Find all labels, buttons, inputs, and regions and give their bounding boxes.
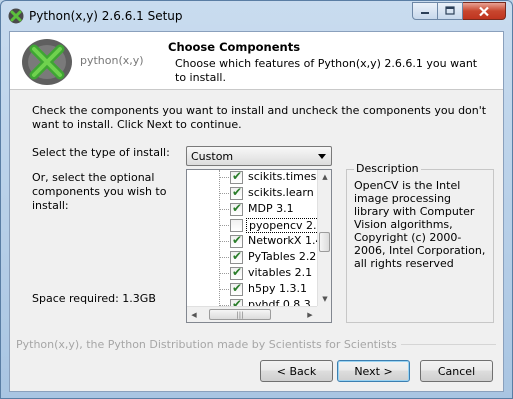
python-xy-app-icon — [8, 8, 24, 24]
component-item[interactable]: ✔ scikits.timeseries — [187, 170, 317, 185]
install-type-value: Custom — [191, 150, 234, 163]
component-item[interactable]: ✔ h5py 1.3.1 — [187, 281, 317, 297]
checkmark-icon: ✔ — [232, 265, 243, 279]
setup-window: Python(x,y) 2.6.6.1 Setup python(x,y) Ch… — [0, 0, 513, 399]
component-item[interactable]: ✔ PyTables 2.2. — [187, 249, 317, 265]
component-label: pyopencv 2.1 — [246, 218, 317, 233]
component-item[interactable]: ✔ vitables 2.1 — [187, 265, 317, 281]
component-checkbox[interactable]: ✔ — [230, 297, 243, 306]
minimize-icon — [421, 12, 429, 14]
install-type-select[interactable]: Custom — [186, 146, 332, 166]
component-checkbox[interactable]: ✔ — [230, 185, 243, 200]
vertical-scrollbar[interactable]: ▲ ▼ — [317, 170, 331, 306]
tree-connector — [220, 257, 229, 258]
component-checkbox[interactable]: ✔ — [230, 281, 243, 296]
scroll-right-icon[interactable]: ▶ — [303, 308, 317, 322]
instructions-text: Check the components you want to install… — [32, 104, 487, 131]
component-checkbox[interactable]: ✔ — [230, 249, 243, 264]
scroll-left-icon[interactable]: ◀ — [187, 308, 201, 322]
install-type-label: Select the type of install: — [32, 146, 170, 159]
component-checkbox[interactable]: ✔ — [230, 233, 243, 248]
logo-text: python(x,y) — [80, 54, 144, 67]
horizontal-scrollbar[interactable]: ◀ ||| ▶ — [187, 306, 317, 322]
component-item[interactable]: ✔ NetworkX 1.4 — [187, 233, 317, 249]
component-label: MDP 3.1 — [248, 202, 294, 215]
checkmark-icon: ✔ — [232, 281, 243, 295]
description-title: Description — [354, 162, 421, 175]
python-xy-logo — [22, 39, 72, 85]
checkmark-icon: ✔ — [232, 201, 243, 215]
components-tree[interactable]: ✔ scikits.timeseries ✔ scikits.learn 0. ✔ MDP… — [186, 169, 332, 323]
tree-connector — [220, 273, 229, 274]
components-list: ✔ scikits.timeseries ✔ scikits.learn 0. ✔ MDP… — [187, 170, 317, 306]
tree-connector — [220, 193, 229, 194]
scroll-up-icon[interactable]: ▲ — [318, 170, 331, 184]
minimize-button[interactable] — [412, 2, 438, 20]
component-checkbox[interactable]: ✔ — [230, 201, 243, 216]
header-panel: python(x,y) Choose Components Choose whi… — [10, 32, 503, 90]
close-button[interactable] — [463, 2, 506, 20]
tree-connector — [220, 177, 229, 178]
vertical-scroll-thumb[interactable] — [319, 232, 330, 252]
scrollbar-corner — [317, 306, 331, 322]
component-label: PyTables 2.2. — [248, 250, 317, 263]
close-icon — [479, 6, 489, 16]
tree-connector — [220, 289, 229, 290]
space-required: Space required: 1.3GB — [32, 292, 156, 305]
component-checkbox[interactable]: ✔ — [230, 170, 243, 184]
component-label: scikits.learn 0. — [248, 186, 317, 199]
tree-connector — [220, 225, 229, 226]
page-title: Choose Components — [168, 40, 301, 54]
tree-connector — [220, 241, 229, 242]
scroll-down-icon[interactable]: ▼ — [318, 292, 331, 306]
branding-text: Python(x,y), the Python Distribution mad… — [16, 338, 401, 351]
page-subtitle: Choose which features of Python(x,y) 2.6… — [175, 57, 478, 84]
next-button[interactable]: Next > — [337, 360, 410, 382]
component-item[interactable]: pyopencv 2.1 — [187, 217, 317, 233]
dialog-body: python(x,y) Choose Components Choose whi… — [9, 31, 504, 392]
title-bar[interactable]: Python(x,y) 2.6.6.1 Setup — [1, 1, 512, 31]
horizontal-scroll-thumb[interactable]: ||| — [209, 309, 271, 320]
component-checkbox[interactable] — [230, 219, 243, 232]
component-item[interactable]: ✔ MDP 3.1 — [187, 201, 317, 217]
tree-connector — [220, 209, 229, 210]
checkmark-icon: ✔ — [232, 185, 243, 199]
component-item[interactable]: ✔ scikits.learn 0. — [187, 185, 317, 201]
description-text: OpenCV is the Intel image processing lib… — [354, 179, 486, 270]
maximize-button[interactable] — [438, 2, 463, 20]
checkmark-icon: ✔ — [232, 249, 243, 263]
component-label: pyhdf 0.8.3 — [248, 298, 311, 306]
component-label: vitables 2.1 — [248, 266, 313, 279]
optional-components-label: Or, select the optional components you w… — [32, 171, 167, 212]
maximize-icon — [445, 6, 455, 15]
component-label: NetworkX 1.4 — [248, 234, 317, 247]
window-title: Python(x,y) 2.6.6.1 Setup — [29, 9, 183, 23]
cancel-button[interactable]: Cancel — [420, 360, 493, 382]
checkmark-icon: ✔ — [232, 170, 243, 183]
component-label: h5py 1.3.1 — [248, 282, 307, 295]
component-checkbox[interactable]: ✔ — [230, 265, 243, 280]
chevron-down-icon — [318, 154, 326, 159]
component-label: scikits.timeseries — [248, 170, 317, 183]
back-button[interactable]: < Back — [260, 360, 333, 382]
checkmark-icon: ✔ — [232, 233, 243, 247]
component-item[interactable]: ✔ pyhdf 0.8.3 — [187, 297, 317, 306]
checkmark-icon: ✔ — [232, 297, 243, 306]
